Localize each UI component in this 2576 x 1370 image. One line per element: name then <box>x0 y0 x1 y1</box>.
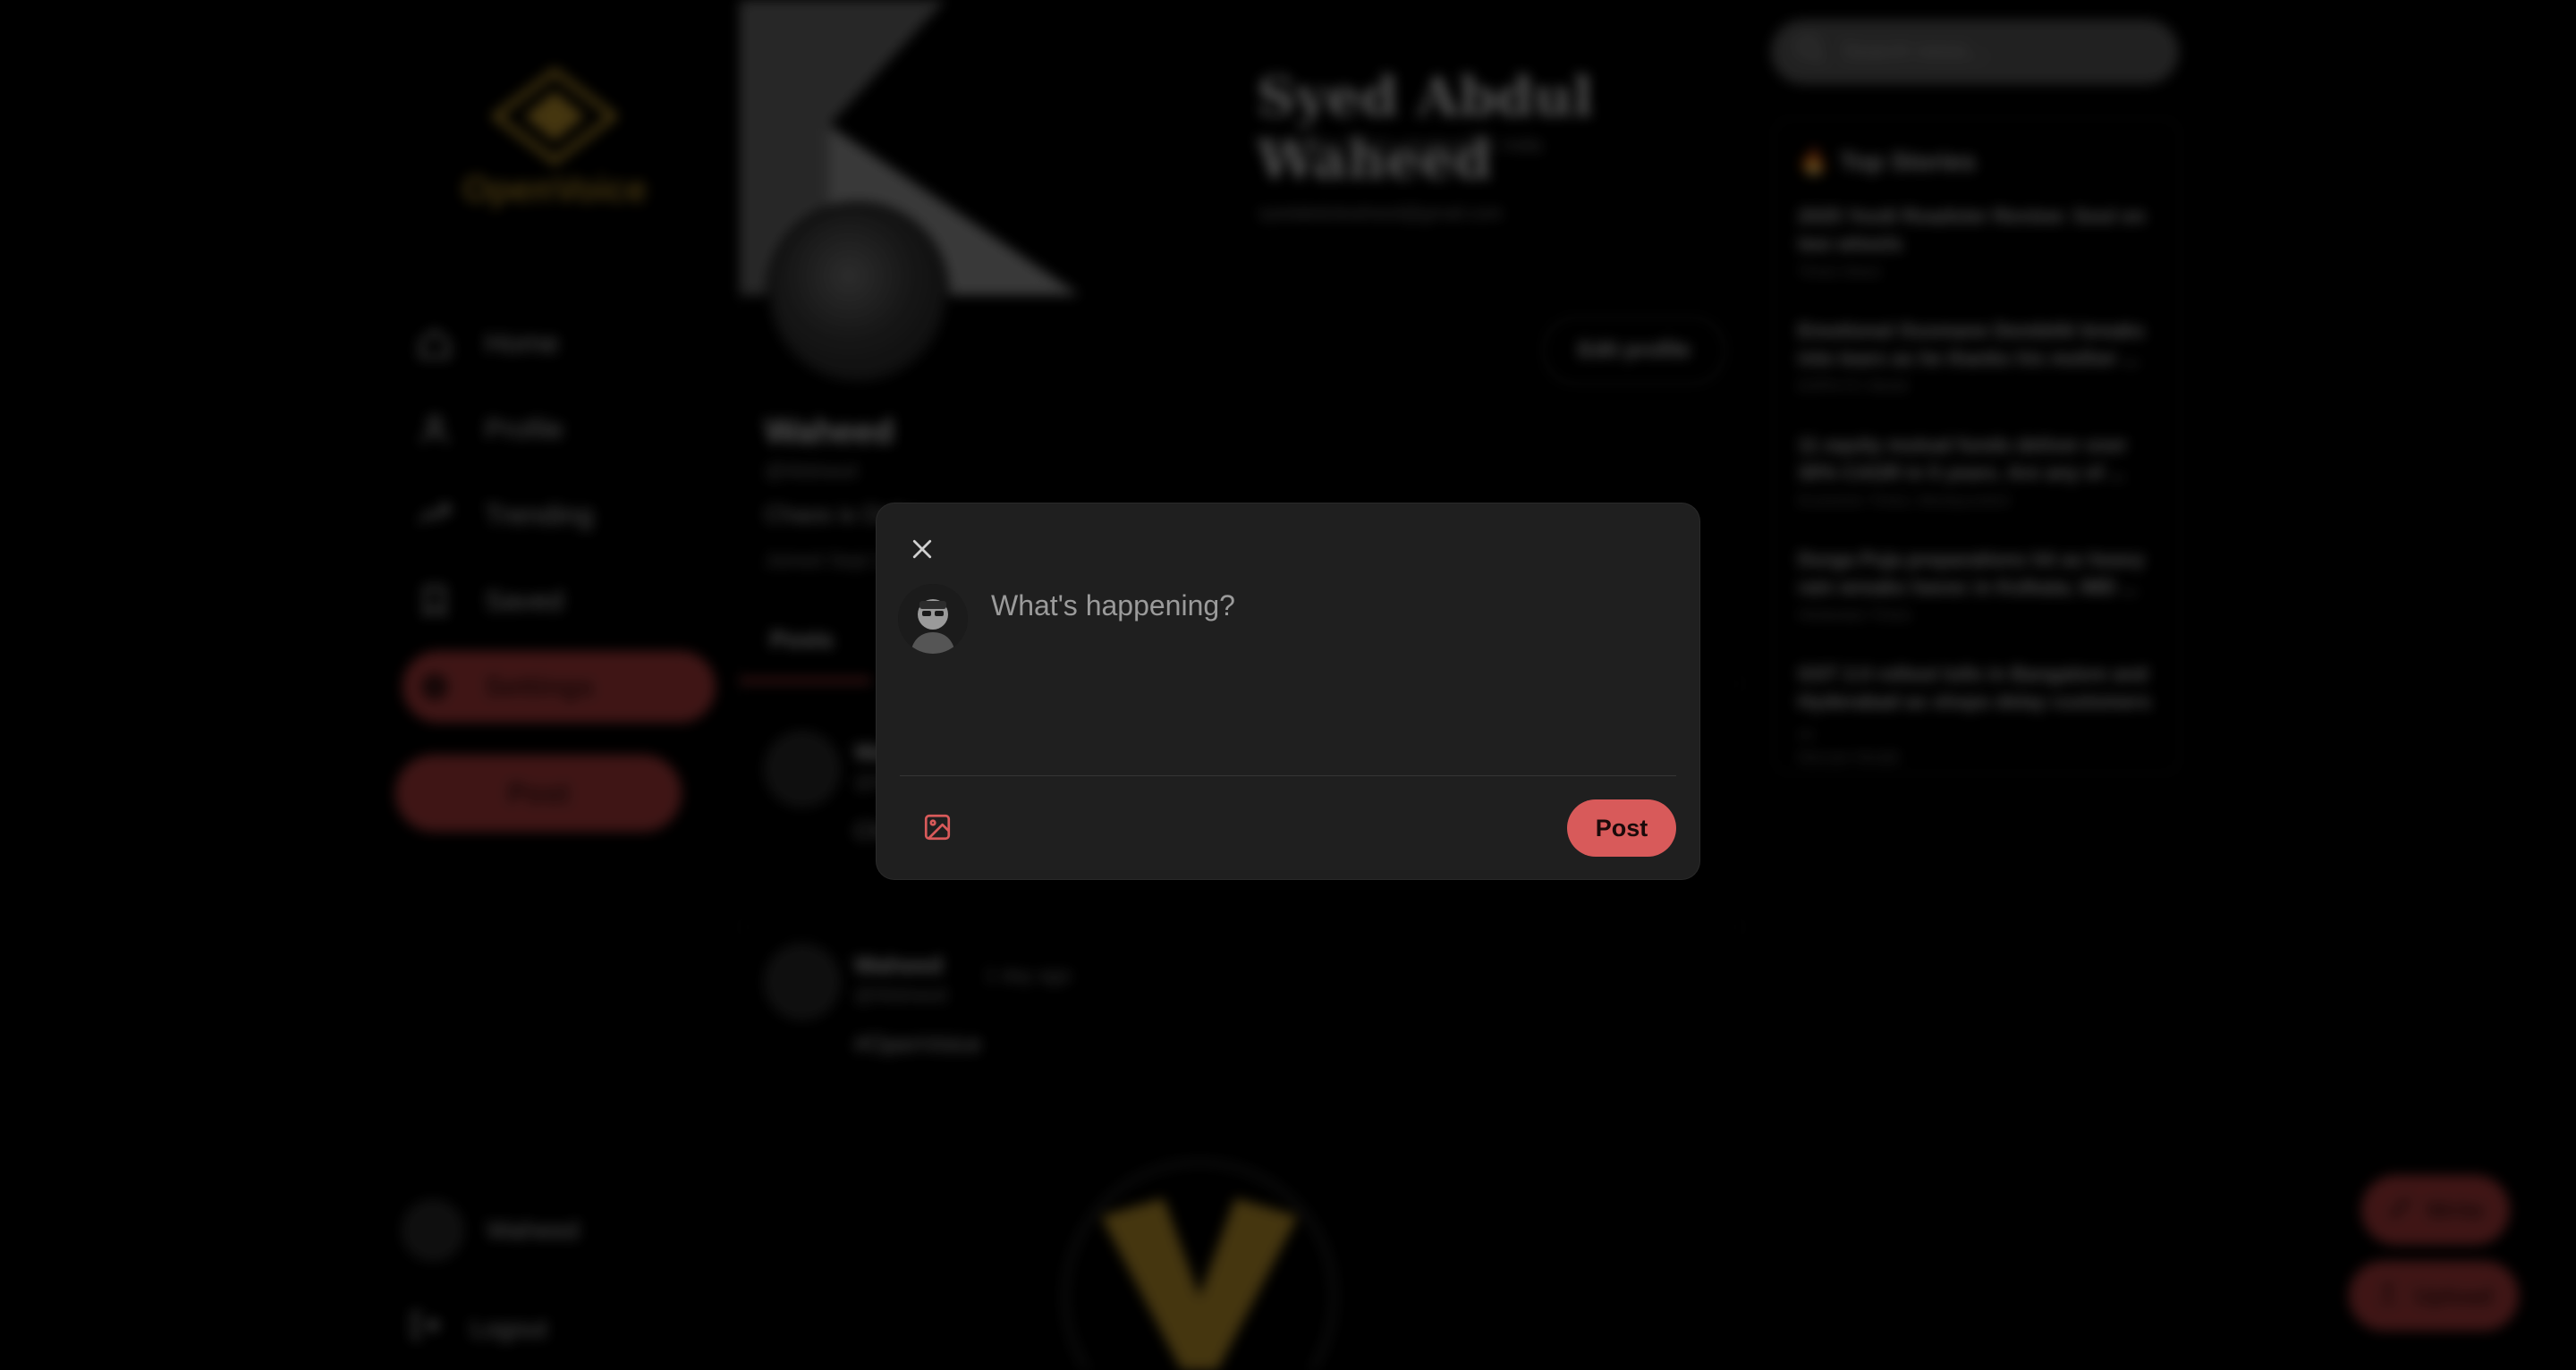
compose-modal: Post <box>877 503 1699 879</box>
compose-textarea[interactable] <box>989 586 1673 759</box>
avatar <box>898 584 968 654</box>
close-icon <box>912 539 932 559</box>
close-button[interactable] <box>898 525 946 573</box>
image-icon <box>924 814 951 841</box>
user-avatar-image <box>898 584 968 654</box>
add-image-button[interactable] <box>918 808 957 847</box>
post-button[interactable]: Post <box>1567 799 1676 857</box>
modal-divider <box>900 775 1676 776</box>
